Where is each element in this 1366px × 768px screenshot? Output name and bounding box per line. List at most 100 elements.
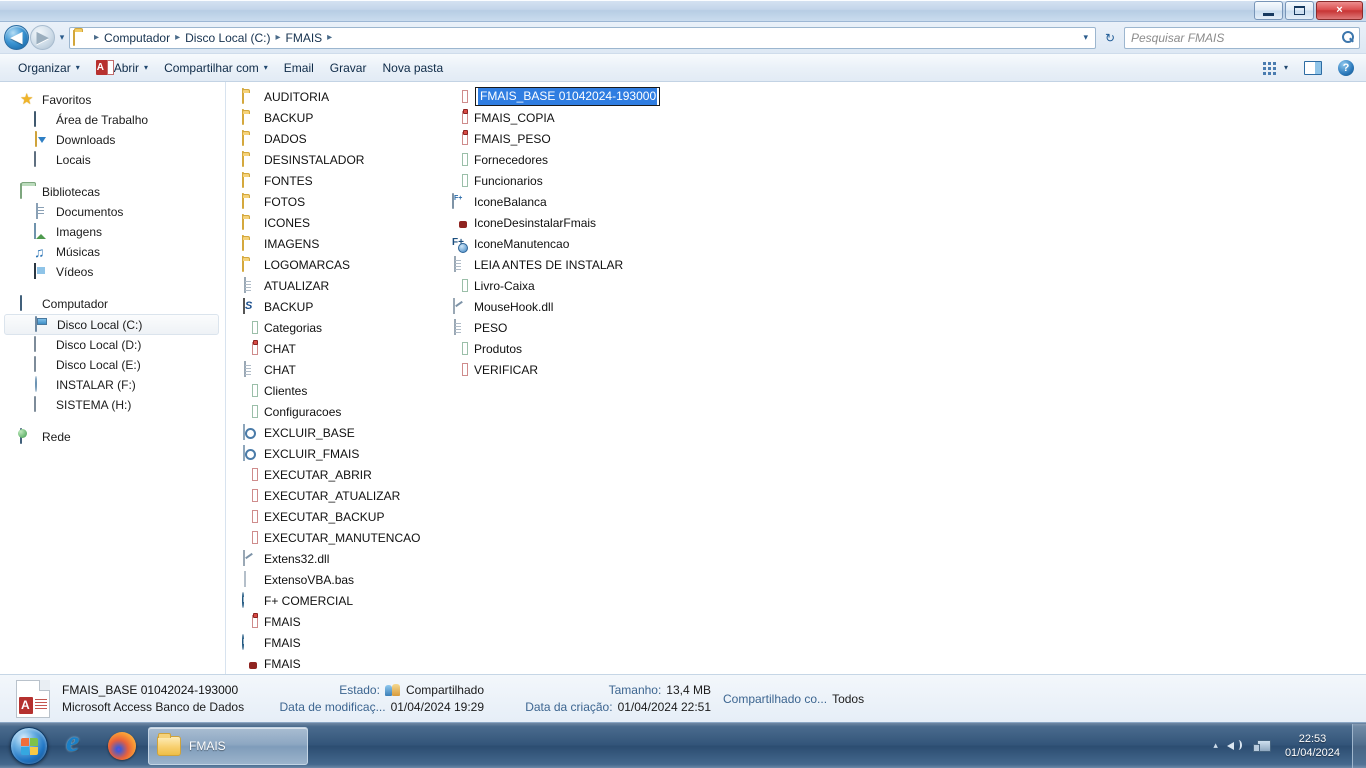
sidebar-item-sistema-h[interactable]: SISTEMA (H:) [0,395,225,415]
sidebar-item-downloads[interactable]: Downloads [0,130,225,150]
list-item[interactable]: FMAIS [238,611,424,632]
sidebar-group-bibliotecas[interactable]: Bibliotecas [0,182,225,202]
list-item[interactable]: LOGOMARCAS [238,254,424,275]
sidebar-group-computador[interactable]: Computador [0,294,225,314]
list-item[interactable]: Fornecedores [448,149,658,170]
list-item[interactable]: EXECUTAR_ATUALIZAR [238,485,424,506]
list-item[interactable]: Livro-Caixa [448,275,658,296]
close-button[interactable]: × [1316,1,1363,20]
breadcrumb-item-fmais[interactable]: FMAIS [284,31,325,45]
organizar-button[interactable]: Organizar ▾ [10,57,88,79]
maximize-glyph-icon [1294,6,1305,15]
list-item-renaming[interactable]: FMAIS_BASE 01042024-193000 [448,86,661,107]
list-item[interactable]: BACKUP [238,296,424,317]
list-item[interactable]: ICONES [238,212,424,233]
list-item[interactable]: MouseHook.dll [448,296,658,317]
search-input[interactable] [1131,30,1342,45]
blank-file-icon [242,570,258,588]
nova-pasta-button[interactable]: Nova pasta [374,57,451,79]
list-item[interactable]: FONTES [238,170,424,191]
list-item[interactable]: FMAIS [238,653,448,674]
list-item[interactable]: FMAIS_PESO [448,128,658,149]
list-item[interactable]: IconeManutencao [448,233,658,254]
change-view-button[interactable]: ▾ [1255,57,1296,79]
list-item[interactable]: F+ COMERCIAL [238,590,424,611]
sidebar-item-imagens[interactable]: Imagens [0,222,225,242]
list-item[interactable]: EXCLUIR_FMAIS [238,443,424,464]
compartilhar-com-button[interactable]: Compartilhar com ▾ [156,57,276,79]
list-item[interactable]: IconeBalanca [448,191,658,212]
list-item[interactable]: FMAIS_COPIA [448,107,658,128]
breadcrumb-item-computador[interactable]: Computador [102,31,172,45]
help-button[interactable]: ? [1330,57,1362,79]
maximize-button[interactable] [1285,1,1314,20]
list-item[interactable]: LEIA ANTES DE INSTALAR [448,254,658,275]
list-item[interactable]: CHAT [238,359,424,380]
list-item[interactable]: DESINSTALADOR [238,149,424,170]
sidebar-item-area-de-trabalho[interactable]: Área de Trabalho [0,110,225,130]
file-list[interactable]: AUDITORIA BACKUP DADOS DESINSTALADOR FON… [226,82,1366,674]
list-item[interactable]: BACKUP [238,107,424,128]
file-name: CHAT [264,341,296,356]
taskbar-internet-explorer-button[interactable] [62,725,98,765]
sidebar-item-musicas[interactable]: ♫ Músicas [0,242,225,262]
taskbar-window-fmais[interactable]: FMAIS [148,726,308,765]
list-item[interactable]: ExtensoVBA.bas [238,569,424,590]
gravar-button[interactable]: Gravar [322,57,375,79]
email-button[interactable]: Email [276,57,322,79]
history-dropdown-button[interactable]: ▾ [55,32,69,43]
list-item[interactable]: Extens32.dll [238,548,424,569]
list-item[interactable]: VERIFICAR [448,359,658,380]
list-item[interactable]: DADOS [238,128,424,149]
sidebar-item-disco-local-c[interactable]: Disco Local (C:) [4,314,219,335]
clock[interactable]: 22:53 01/04/2024 [1279,732,1346,760]
start-button[interactable] [2,725,56,767]
list-item[interactable]: Produtos [448,338,658,359]
refresh-button[interactable]: ↻ [1100,31,1120,45]
navigation-pane[interactable]: ★ Favoritos Área de Trabalho Downloads L… [0,82,226,674]
sidebar-item-locais[interactable]: Locais [0,150,225,170]
abrir-button[interactable]: Abrir ▾ [88,57,156,79]
list-item[interactable]: FOTOS [238,191,424,212]
back-button[interactable]: ◀ [4,25,29,50]
address-dropdown-icon[interactable]: ▾ [1078,32,1093,43]
sidebar-item-disco-local-e[interactable]: Disco Local (E:) [0,355,225,375]
breadcrumb[interactable]: ▸ Computador ▸ Disco Local (C:) ▸ FMAIS … [69,26,1096,49]
taskbar-firefox-button[interactable] [104,727,140,765]
show-desktop-button[interactable] [1352,723,1366,768]
search-box[interactable] [1124,26,1360,49]
list-item[interactable]: AUDITORIA [238,86,424,107]
sidebar-group-favoritos[interactable]: ★ Favoritos [0,90,225,110]
list-item[interactable]: Configuracoes [238,401,424,422]
sidebar-item-instalar-f[interactable]: INSTALAR (F:) [0,375,225,395]
list-item[interactable]: Funcionarios [448,170,658,191]
list-item[interactable]: PESO [448,317,658,338]
rename-input[interactable]: FMAIS_BASE 01042024-193000 [475,87,661,106]
show-preview-pane-button[interactable] [1296,57,1330,79]
list-item[interactable]: ATUALIZAR [238,275,424,296]
forward-button[interactable]: ▶ [30,25,55,50]
sidebar-item-documentos[interactable]: Documentos [0,202,225,222]
network-icon[interactable] [1252,738,1271,753]
show-hidden-icons-button[interactable]: ▴ [1213,740,1218,751]
file-name: Funcionarios [474,173,543,188]
breadcrumb-item-disco-local-c[interactable]: Disco Local (C:) [183,31,272,45]
sidebar-item-videos[interactable]: Vídeos [0,262,225,282]
list-item[interactable]: Clientes [238,380,424,401]
list-item[interactable]: EXECUTAR_MANUTENCAO [238,527,424,548]
close-icon: × [1336,4,1343,16]
list-item[interactable]: IconeDesinstalarFmais [448,212,658,233]
list-item[interactable]: EXECUTAR_BACKUP [238,506,424,527]
list-item[interactable]: Categorias [238,317,424,338]
list-item[interactable]: CHAT [238,338,424,359]
vbe-script-icon [242,444,258,462]
list-item[interactable]: EXECUTAR_ABRIR [238,464,424,485]
list-item[interactable]: FMAIS [238,632,424,653]
volume-icon[interactable] [1226,738,1244,753]
sidebar-group-rede[interactable]: Rede [0,427,225,447]
list-item[interactable]: EXCLUIR_BASE [238,422,424,443]
list-item[interactable]: IMAGENS [238,233,424,254]
internet-explorer-icon [66,725,94,760]
minimize-button[interactable] [1254,1,1283,20]
sidebar-item-disco-local-d[interactable]: Disco Local (D:) [0,335,225,355]
